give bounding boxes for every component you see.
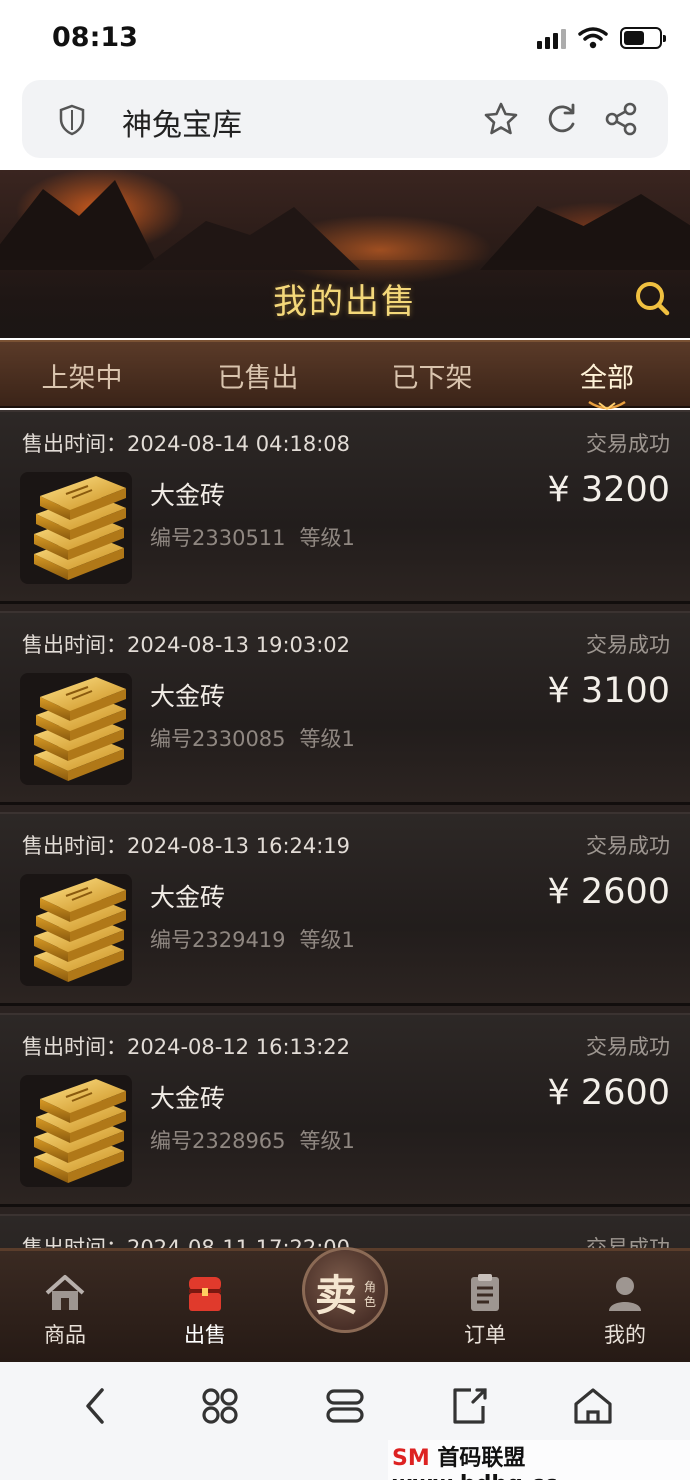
item-code: 编号2328965: [150, 1129, 286, 1153]
nav-item-orders[interactable]: 订单: [435, 1271, 535, 1349]
watermark: SM 首码联盟 www.hdbq.cc: [388, 1440, 690, 1480]
tab-label: 全部: [580, 363, 634, 394]
watermark-logo: SM: [392, 1446, 430, 1471]
sold-time-label: 售出时间：: [22, 432, 127, 456]
tab-label: 已下架: [391, 363, 473, 394]
home-icon: [45, 1275, 85, 1310]
user-icon: [609, 1277, 641, 1311]
order-status: 交易成功: [586, 1035, 670, 1059]
order-card[interactable]: 售出时间：2024-08-13 19:03:02 交易成功 大金砖 编号2330…: [0, 611, 690, 805]
nav-label: 商品: [44, 1323, 86, 1347]
back-icon[interactable]: [74, 1384, 118, 1428]
item-name: 大金砖: [150, 481, 226, 510]
tab-all[interactable]: 全部: [537, 356, 677, 411]
item-meta: 编号2330085 等级1: [150, 723, 355, 753]
item-name: 大金砖: [150, 883, 226, 912]
nav-item-sell[interactable]: 出售: [155, 1271, 255, 1349]
game-header-banner: 我的出售: [0, 170, 690, 338]
item-meta: 编号2328965 等级1: [150, 1125, 355, 1155]
battery-icon: [620, 27, 666, 49]
sold-time-value: 2024-08-14 04:18:08: [127, 432, 351, 456]
item-price: ¥ 3100: [547, 671, 670, 711]
item-level: 等级1: [299, 727, 355, 751]
tab-listed[interactable]: 上架中: [12, 356, 152, 395]
item-meta: 编号2329419 等级1: [150, 924, 355, 954]
sold-time-label: 售出时间：: [22, 834, 127, 858]
order-status: 交易成功: [586, 834, 670, 858]
sell-button-sub-2: 色: [363, 1295, 376, 1309]
tab-label: 上架中: [41, 363, 123, 394]
page-title: 我的出售: [273, 282, 417, 322]
sold-time-value: 2024-08-12 16:13:22: [127, 1035, 351, 1059]
sell-button-sub-1: 角: [363, 1280, 376, 1294]
sell-button-label: 卖: [315, 1271, 358, 1320]
item-price: ¥ 2600: [547, 1073, 670, 1113]
sold-time: 售出时间：2024-08-13 19:03:02: [22, 629, 350, 659]
shield-icon[interactable]: [58, 104, 86, 136]
order-status: 交易成功: [586, 432, 670, 456]
item-meta: 编号2330511 等级1: [150, 522, 355, 552]
item-price: ¥ 3200: [547, 470, 670, 510]
item-code: 编号2330085: [150, 727, 286, 751]
item-name: 大金砖: [150, 1084, 226, 1113]
order-list: 售出时间：2024-08-14 04:18:08 交易成功 大金砖 编号2330…: [0, 410, 690, 1255]
gold-bar-image: [20, 472, 132, 584]
tab-sold[interactable]: 已售出: [188, 356, 328, 395]
sell-role-button[interactable]: 卖 角 色: [302, 1247, 388, 1333]
nav-label: 出售: [184, 1323, 226, 1347]
sold-time-value: 2024-08-13 16:24:19: [127, 834, 351, 858]
chest-icon: [189, 1277, 221, 1311]
wifi-icon: [578, 27, 608, 49]
status-tabs: 上架中 已售出 已下架 全部: [0, 340, 690, 411]
item-code: 编号2329419: [150, 928, 286, 952]
sold-time-value: 2024-08-13 19:03:02: [127, 633, 351, 657]
item-code: 编号2330511: [150, 526, 286, 550]
search-icon[interactable]: [632, 278, 672, 318]
status-bar: 08:13: [0, 0, 690, 78]
gold-bar-image: [20, 874, 132, 986]
star-icon[interactable]: [482, 100, 520, 138]
game-bottom-nav: 商品 出售 卖 角 色 订单 我的: [0, 1247, 690, 1362]
url-title[interactable]: 神兔宝库: [122, 100, 242, 144]
url-bar[interactable]: 神兔宝库: [22, 80, 668, 158]
item-name: 大金砖: [150, 682, 226, 711]
share-out-icon[interactable]: [447, 1384, 491, 1428]
nav-item-mine[interactable]: 我的: [575, 1271, 675, 1349]
status-icons: [537, 26, 666, 50]
nav-item-products[interactable]: 商品: [15, 1271, 115, 1349]
order-card[interactable]: 售出时间：2024-08-12 16:13:22 交易成功 大金砖 编号2328…: [0, 1013, 690, 1207]
share-icon[interactable]: [602, 100, 640, 138]
sold-time-label: 售出时间：: [22, 633, 127, 657]
home-icon[interactable]: [571, 1384, 615, 1428]
sold-time: 售出时间：2024-08-13 16:24:19: [22, 830, 350, 860]
signal-icon: [537, 27, 566, 49]
apps-icon[interactable]: [198, 1384, 242, 1428]
tab-label: 已售出: [217, 363, 299, 394]
item-price: ¥ 2600: [547, 872, 670, 912]
clipboard-icon: [471, 1274, 499, 1311]
item-level: 等级1: [299, 526, 355, 550]
status-time: 08:13: [52, 22, 138, 53]
item-level: 等级1: [299, 1129, 355, 1153]
gold-bar-image: [20, 673, 132, 785]
gold-bar-image: [20, 1075, 132, 1187]
item-level: 等级1: [299, 928, 355, 952]
nav-label: 我的: [604, 1323, 646, 1347]
order-card[interactable]: 售出时间：2024-08-14 04:18:08 交易成功 大金砖 编号2330…: [0, 410, 690, 604]
order-status: 交易成功: [586, 633, 670, 657]
sold-time-label: 售出时间：: [22, 1035, 127, 1059]
refresh-icon[interactable]: [542, 100, 580, 138]
order-card[interactable]: 售出时间：2024-08-13 16:24:19 交易成功 大金砖 编号2329…: [0, 812, 690, 1006]
sold-time: 售出时间：2024-08-12 16:13:22: [22, 1031, 350, 1061]
tabs-icon[interactable]: [323, 1384, 367, 1428]
tab-delisted[interactable]: 已下架: [362, 356, 502, 395]
nav-label: 订单: [464, 1323, 506, 1347]
sold-time: 售出时间：2024-08-14 04:18:08: [22, 428, 350, 458]
